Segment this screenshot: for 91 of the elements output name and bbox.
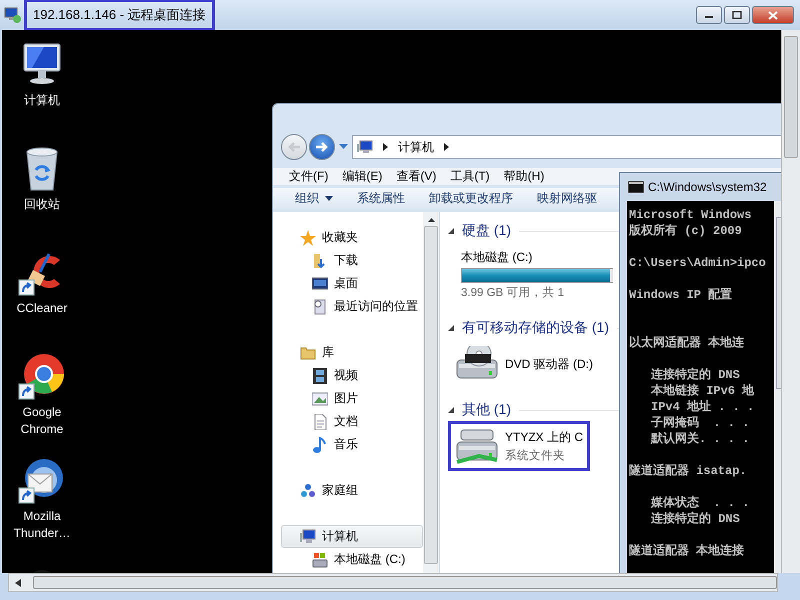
recent-icon [312, 298, 328, 314]
forward-arrow-icon [315, 141, 329, 153]
computer-icon [357, 140, 373, 154]
monitor-icon [312, 276, 328, 292]
app-icon[interactable] [18, 456, 66, 504]
scroll-up-icon[interactable] [428, 218, 434, 222]
chevron-icon [444, 143, 449, 151]
console-line: C:\Users\Admin>ipco [629, 255, 766, 271]
nav-item[interactable]: 计算机 [281, 525, 423, 548]
menu-item[interactable]: 帮助(H) [504, 168, 544, 185]
drive-detail: 系统文件夹 [505, 448, 565, 463]
page-icon [312, 414, 328, 430]
nav-item[interactable]: 音乐 [281, 433, 423, 456]
console-line: 隧道适配器 本地连接 [629, 543, 744, 559]
desktop-icon-label: Google Chrome [20, 404, 64, 438]
toolbar-button[interactable]: 系统属性 [349, 188, 413, 209]
console-line: 隧道适配器 isatap. [629, 463, 747, 479]
drive-name: DVD 驱动器 (D:) [505, 356, 593, 372]
console-line: 连接特定的 DNS [650, 367, 740, 383]
console-icon [628, 181, 644, 193]
menu-item[interactable]: 查看(V) [396, 168, 436, 185]
nav-item[interactable]: 家庭组 [281, 479, 423, 502]
desktop-icon-label: 回收站 [23, 196, 61, 213]
console-line: 媒体状态 . . . [650, 495, 750, 511]
film-icon [312, 368, 328, 384]
scrollbar[interactable] [781, 30, 800, 573]
console-line: Windows IP 配置 [629, 287, 732, 303]
drive-item[interactable]: DVD 驱动器 (D:) [448, 339, 600, 389]
remote-desktop-icon [4, 7, 22, 23]
back-arrow-icon [287, 141, 301, 153]
nav-item[interactable]: 图片 [281, 387, 423, 410]
back-button[interactable] [281, 134, 307, 160]
toolbar-button[interactable]: 映射网络驱 [529, 188, 605, 209]
toolbar-button[interactable]: 组织 [287, 188, 341, 209]
computer-icon [300, 528, 316, 544]
drive-item[interactable]: YTYZX 上的 C 系统文件夹 [448, 421, 590, 471]
drive-icon [455, 428, 499, 464]
collapse-icon[interactable] [448, 228, 454, 234]
console-line: 默认网关. . . . [650, 431, 750, 447]
nav-item[interactable]: 文档 [281, 410, 423, 433]
group-header[interactable]: 硬盘 (1) [462, 222, 511, 240]
toolbar-button[interactable]: 卸载或更改程序 [421, 188, 521, 209]
drive-detail: 3.99 GB 可用，共 1 [461, 286, 564, 300]
scrollbar[interactable] [423, 212, 439, 573]
drive-name: YTYZX 上的 C [505, 429, 584, 446]
menu-item[interactable]: 工具(T) [450, 168, 490, 185]
nav-item[interactable]: 视频 [281, 364, 423, 387]
console-line: 本地链接 IPv6 地 [650, 383, 754, 399]
close-icon [768, 10, 778, 20]
homegroup-icon [300, 482, 316, 498]
star-icon [300, 230, 316, 246]
drive-name: 本地磁盘 (C:) [461, 249, 532, 266]
console-line: Microsoft Windows [629, 207, 752, 223]
maximize-icon [732, 11, 742, 19]
forward-button[interactable] [309, 134, 335, 160]
console-line: 连接特定的 DNS [650, 511, 740, 527]
menu-item[interactable]: 编辑(E) [342, 168, 382, 185]
close-button[interactable] [752, 6, 794, 24]
scrollbar[interactable] [8, 573, 778, 592]
note-icon [312, 436, 328, 452]
nav-item[interactable]: 最近访问的位置 [281, 295, 423, 318]
folder-icon [300, 344, 316, 360]
desktop-icon-label: Mozilla Thunder… [12, 508, 72, 542]
desktop-icon-label: 计算机 [23, 92, 61, 109]
collapse-icon[interactable] [448, 325, 454, 331]
nav-item[interactable]: 本地磁盘 (C:) [281, 548, 423, 571]
chevron-icon [383, 143, 388, 151]
collapse-icon[interactable] [448, 407, 454, 413]
console-title: C:\Windows\system32 [648, 180, 767, 194]
address-bar[interactable]: 计算机 [352, 135, 781, 159]
minimize-button[interactable] [696, 6, 722, 24]
image-icon [312, 390, 328, 406]
nav-item[interactable]: 桌面 [281, 272, 423, 295]
console-line: 子网掩码 . . . [650, 415, 750, 431]
breadcrumb-item[interactable]: 计算机 [398, 138, 434, 156]
scroll-left-icon[interactable] [15, 578, 21, 586]
dropdown-icon[interactable] [339, 144, 348, 150]
console-line: IPv4 地址 . . . [650, 399, 754, 415]
nav-item[interactable]: 收藏夹 [281, 226, 423, 249]
app-icon[interactable] [18, 352, 66, 400]
nav-item[interactable]: 下载 [281, 249, 423, 272]
nav-item[interactable]: 库 [281, 341, 423, 364]
menu-item[interactable]: 文件(F) [289, 168, 328, 185]
disk-icon [312, 552, 328, 568]
desktop-icon-label: CCleaner [16, 300, 68, 317]
group-header[interactable]: 其他 (1) [462, 401, 511, 419]
group-header[interactable]: 有可移动存储的设备 (1) [462, 319, 609, 337]
console-line: 版权所有 (c) 2009 [629, 223, 742, 239]
maximize-button[interactable] [724, 6, 750, 24]
console-line: 以太网适配器 本地连 [629, 335, 744, 351]
caret-icon [325, 196, 333, 201]
